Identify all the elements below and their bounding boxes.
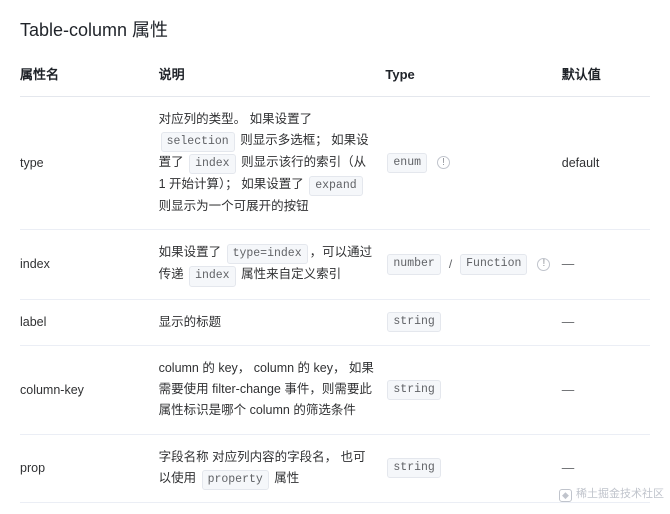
inline-code: property: [202, 470, 269, 490]
prop-name: column-key: [20, 345, 159, 434]
type-tag: number: [387, 254, 440, 274]
inline-code: expand: [309, 176, 362, 196]
prop-desc: column 的 key， column 的 key， 如果需要使用 filte…: [159, 345, 386, 434]
page-title: Table-column 属性: [20, 16, 650, 45]
watermark-icon: ◆: [559, 489, 572, 502]
type-tag: string: [387, 458, 440, 478]
table-row: column-keycolumn 的 key， column 的 key， 如果…: [20, 345, 650, 434]
watermark-text: 稀土掘金技术社区: [576, 486, 664, 504]
prop-type: string: [385, 434, 561, 502]
info-icon[interactable]: !: [437, 156, 450, 169]
type-tag: string: [387, 312, 440, 332]
inline-code: selection: [161, 132, 235, 152]
inline-code: index: [189, 154, 236, 174]
prop-default: —: [562, 345, 650, 434]
prop-type: string: [385, 299, 561, 345]
prop-desc: 如果设置了 type=index，可以通过传递 index 属性来自定义索引: [159, 230, 386, 299]
col-header-desc: 说明: [159, 57, 386, 96]
table-row: prop字段名称 对应列内容的字段名， 也可以使用 property 属性str…: [20, 434, 650, 502]
table-row: label显示的标题string —: [20, 299, 650, 345]
prop-desc: 对应列的类型。 如果设置了 selection 则显示多选框； 如果设置了 in…: [159, 96, 386, 230]
prop-type: number / Function!: [385, 230, 561, 299]
inline-code: index: [189, 266, 236, 286]
properties-table: 属性名 说明 Type 默认值 type对应列的类型。 如果设置了 select…: [20, 57, 650, 503]
info-icon[interactable]: !: [537, 258, 550, 271]
prop-default: —: [562, 299, 650, 345]
prop-default: —: [562, 230, 650, 299]
table-row: index如果设置了 type=index，可以通过传递 index 属性来自定…: [20, 230, 650, 299]
prop-name: type: [20, 96, 159, 230]
inline-code: type=index: [227, 244, 308, 264]
prop-desc: 显示的标题: [159, 299, 386, 345]
prop-name: index: [20, 230, 159, 299]
table-row: type对应列的类型。 如果设置了 selection 则显示多选框； 如果设置…: [20, 96, 650, 230]
type-tag: enum: [387, 153, 427, 173]
prop-type: string: [385, 345, 561, 434]
watermark: ◆ 稀土掘金技术社区: [559, 486, 664, 504]
prop-desc: 字段名称 对应列内容的字段名， 也可以使用 property 属性: [159, 434, 386, 502]
prop-type: enum!: [385, 96, 561, 230]
type-separator: /: [447, 255, 454, 274]
type-tag: Function: [460, 254, 527, 274]
type-tag: string: [387, 380, 440, 400]
prop-name: prop: [20, 434, 159, 502]
prop-name: label: [20, 299, 159, 345]
col-header-type: Type: [385, 57, 561, 96]
col-header-name: 属性名: [20, 57, 159, 96]
col-header-default: 默认值: [562, 57, 650, 96]
prop-default: default: [562, 96, 650, 230]
table-header-row: 属性名 说明 Type 默认值: [20, 57, 650, 96]
